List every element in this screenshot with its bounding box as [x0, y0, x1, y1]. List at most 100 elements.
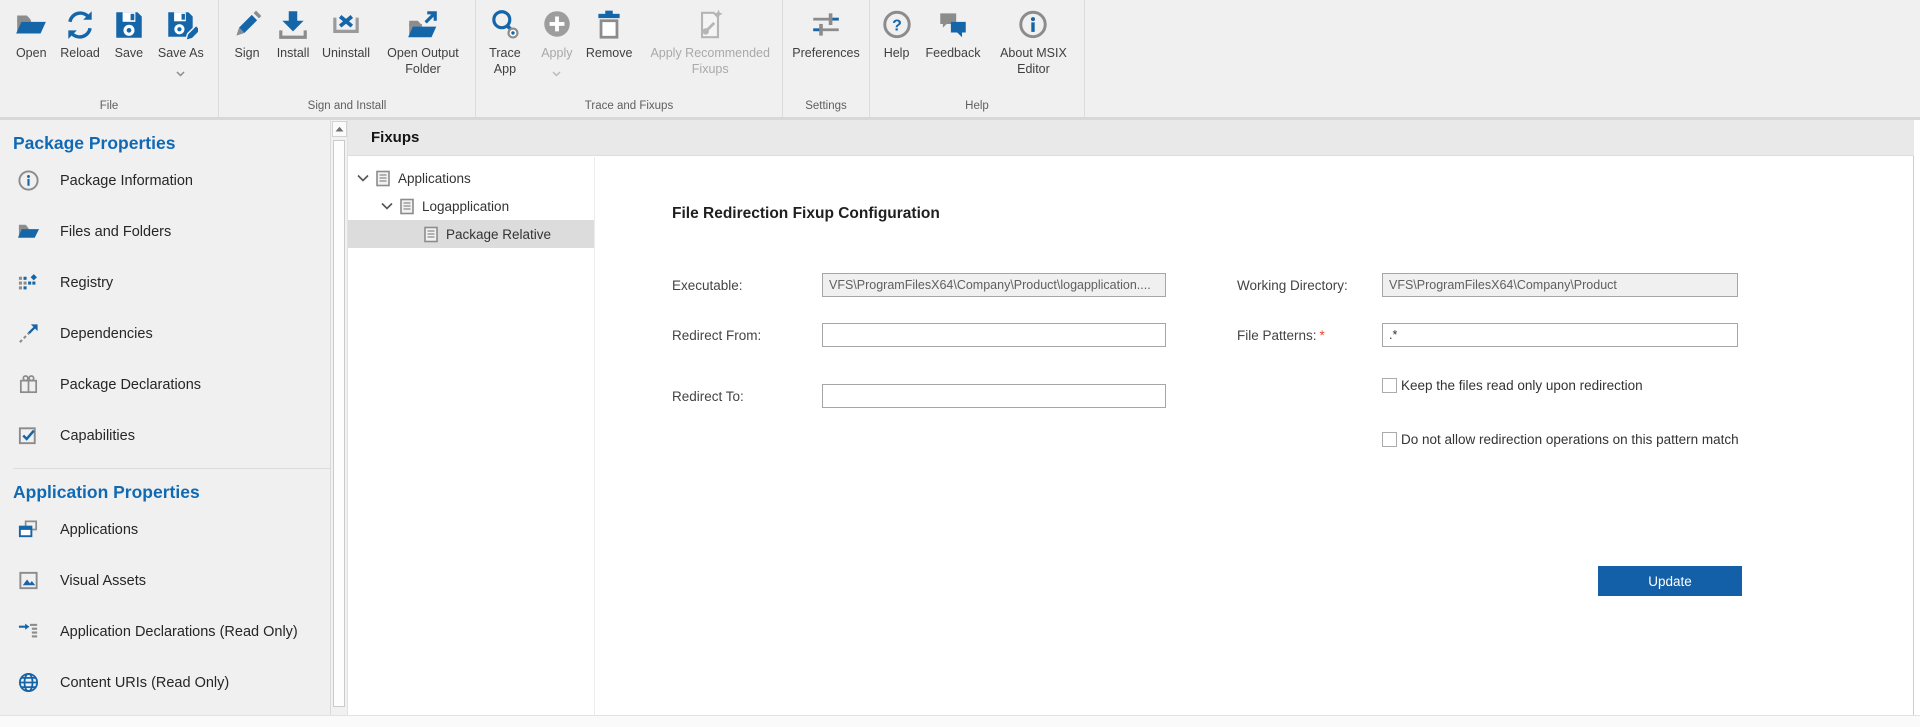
feedback-button[interactable]: Feedback [920, 6, 987, 64]
scrollbar-thumb[interactable] [333, 140, 345, 707]
trace-app-button[interactable]: Trace App [476, 6, 534, 79]
install-arrow-icon [276, 8, 310, 42]
dependency-arrow-icon [17, 322, 40, 345]
help-button[interactable]: ? Help [874, 6, 920, 64]
button-label: Apply [541, 46, 572, 62]
redirect-from-label: Redirect From: [672, 328, 761, 343]
working-directory-input[interactable] [1382, 273, 1738, 297]
keep-read-only-checkbox[interactable] [1382, 378, 1397, 393]
ribbon-group-label: Sign and Install [219, 97, 475, 117]
panel-title: Fixups [371, 129, 419, 146]
dropdown-chevron-icon [552, 64, 561, 82]
open-button[interactable]: Open [8, 6, 54, 64]
executable-input[interactable] [822, 273, 1166, 297]
registry-blocks-icon [17, 271, 40, 294]
globe-icon [17, 671, 40, 694]
sign-pencil-icon [230, 8, 264, 42]
sign-button[interactable]: Sign [224, 6, 270, 64]
chevron-down-icon[interactable] [357, 174, 369, 182]
gift-box-icon [17, 373, 40, 396]
sidebar-item-label: Files and Folders [60, 224, 171, 240]
sidebar-item-content-uris[interactable]: Content URIs (Read Only) [0, 657, 330, 708]
navigation-sidebar: Package Properties Package Information F… [0, 120, 331, 715]
button-label: Remove [586, 46, 633, 62]
sidebar-item-label: Content URIs (Read Only) [60, 675, 229, 691]
tree-node-label: Logapplication [422, 199, 509, 214]
document-icon [375, 170, 391, 187]
update-button[interactable]: Update [1598, 566, 1742, 596]
save-as-icon [164, 8, 198, 42]
sidebar-item-registry[interactable]: Registry [0, 257, 330, 308]
redirect-from-input[interactable] [822, 323, 1166, 347]
button-label: Trace App [482, 46, 528, 77]
button-label: Save As [158, 46, 204, 62]
sidebar-item-visual-assets[interactable]: Visual Assets [0, 555, 330, 606]
bottom-status-strip [0, 715, 1920, 727]
svg-text:?: ? [892, 17, 902, 34]
install-button[interactable]: Install [270, 6, 316, 64]
about-info-icon [1016, 8, 1050, 42]
reload-icon [63, 8, 97, 42]
sidebar-item-application-declarations[interactable]: Application Declarations (Read Only) [0, 606, 330, 657]
sidebar-item-label: Package Declarations [60, 377, 201, 393]
sidebar-item-package-declarations[interactable]: Package Declarations [0, 359, 330, 410]
about-msix-editor-button[interactable]: About MSIX Editor [986, 6, 1080, 79]
button-label: About MSIX Editor [992, 46, 1074, 77]
checked-box-icon [17, 424, 40, 447]
sidebar-item-label: Visual Assets [60, 573, 146, 589]
sidebar-item-label: Applications [60, 522, 138, 538]
remove-button[interactable]: Remove [580, 6, 639, 64]
sidebar-section-heading: Application Properties [13, 482, 330, 503]
apply-plus-icon [540, 8, 574, 42]
uninstall-x-icon [329, 8, 363, 42]
save-icon [112, 8, 146, 42]
ribbon-group-label: Trace and Fixups [476, 97, 782, 117]
apply-recommended-fixups-button[interactable]: Apply Recommended Fixups [638, 6, 782, 79]
preferences-button[interactable]: Preferences [786, 6, 865, 64]
chevron-down-icon[interactable] [381, 202, 393, 210]
save-as-button[interactable]: Save As [152, 6, 210, 84]
sidebar-item-dependencies[interactable]: Dependencies [0, 308, 330, 359]
trace-app-magnifier-icon [488, 8, 522, 42]
scrollbar-up-button[interactable] [332, 121, 347, 137]
disallow-redirection-checkbox-row[interactable]: Do not allow redirection operations on t… [1382, 432, 1739, 447]
sidebar-divider [13, 468, 330, 469]
sidebar-item-applications[interactable]: Applications [0, 504, 330, 555]
ribbon-group-trace-and-fixups: Trace App Apply Remove [476, 0, 782, 117]
save-button[interactable]: Save [106, 6, 152, 64]
feedback-bubbles-icon [936, 8, 970, 42]
file-patterns-label: File Patterns:* [1237, 328, 1325, 343]
redirect-to-input[interactable] [822, 384, 1166, 408]
sidebar-item-files-and-folders[interactable]: Files and Folders [0, 206, 330, 257]
keep-read-only-checkbox-row[interactable]: Keep the files read only upon redirectio… [1382, 378, 1643, 393]
tree-node-applications[interactable]: Applications [348, 164, 594, 192]
apply-button[interactable]: Apply [534, 6, 580, 84]
fixups-tree: Applications Logapplication Package Rela… [348, 157, 595, 715]
file-patterns-input[interactable] [1382, 323, 1738, 347]
ribbon-group-file: Open Reload Save Save As [0, 0, 218, 117]
ribbon-group-sign-and-install: Sign Install Uninstall Open Output Folde… [219, 0, 475, 117]
open-output-folder-button[interactable]: Open Output Folder [376, 6, 470, 79]
tree-node-package-relative[interactable]: Package Relative [348, 220, 594, 248]
required-marker: * [1320, 328, 1325, 343]
disallow-redirection-checkbox[interactable] [1382, 432, 1397, 447]
document-icon [423, 226, 439, 243]
sidebar-item-label: Dependencies [60, 326, 153, 342]
working-directory-label: Working Directory: [1237, 278, 1348, 293]
image-icon [17, 569, 40, 592]
uninstall-button[interactable]: Uninstall [316, 6, 376, 64]
tree-node-logapplication[interactable]: Logapplication [348, 192, 594, 220]
tree-node-label: Applications [398, 171, 471, 186]
sidebar-item-capabilities[interactable]: Capabilities [0, 410, 330, 461]
button-label: Help [884, 46, 910, 62]
ribbon-group-help: ? Help Feedback About MSIX Editor Help [870, 0, 1084, 117]
button-label: Save [115, 46, 144, 62]
sidebar-item-package-information[interactable]: Package Information [0, 155, 330, 206]
sidebar-item-label: Capabilities [60, 428, 135, 444]
document-icon [399, 198, 415, 215]
ribbon-group-label: Settings [783, 97, 869, 117]
sidebar-scrollbar[interactable] [331, 120, 348, 715]
arrow-list-icon [17, 620, 40, 643]
reload-button[interactable]: Reload [54, 6, 106, 64]
dropdown-chevron-icon [176, 64, 185, 82]
